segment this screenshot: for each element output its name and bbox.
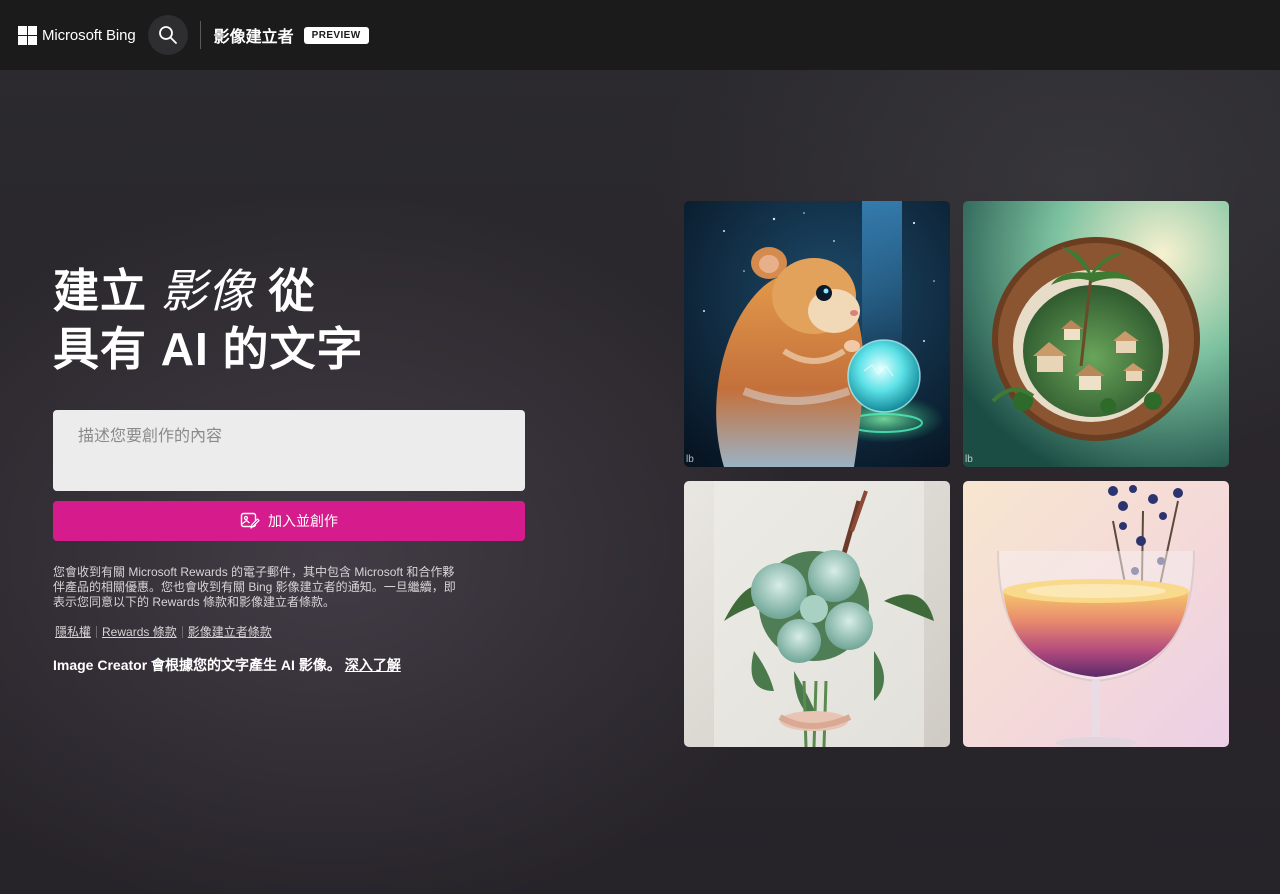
rewards-notice: 您會收到有關 Microsoft Rewards 的電子郵件，其中包含 Micr… (53, 565, 456, 609)
rewards-terms-link[interactable]: Rewards 條款 (102, 623, 177, 640)
header-divider (199, 21, 201, 49)
product-title[interactable]: 影像建立者 (214, 23, 294, 47)
title-line2: 具有 AI 的文字 (53, 323, 364, 375)
search-button[interactable] (147, 15, 188, 55)
join-button-label: 加入並創作 (268, 513, 338, 529)
example-image-succulent-bouquet[interactable] (684, 481, 950, 747)
title-line1-a: 建立 (53, 265, 161, 317)
page-title: 建立 影像 從 具有 AI 的文字 (53, 262, 533, 378)
tile-watermark: lb (965, 454, 973, 465)
brand-name: Microsoft Bing (42, 26, 136, 44)
link-separator (181, 625, 183, 638)
search-icon (158, 26, 177, 44)
info-text: Image Creator 會根據您的文字產生 AI 影像。 (53, 657, 341, 673)
example-image-coconut-village[interactable]: lb (963, 201, 1229, 467)
microsoft-bing-logo[interactable]: Microsoft Bing (18, 25, 136, 45)
privacy-link[interactable]: 隱私權 (55, 623, 91, 640)
image-edit-icon (240, 512, 260, 530)
info-line: Image Creator 會根據您的文字產生 AI 影像。 深入了解 (53, 655, 401, 675)
example-gallery: lb lb (684, 201, 1230, 747)
prompt-input[interactable] (53, 410, 525, 491)
hero-heading: 建立 影像 從 具有 AI 的文字 (53, 262, 533, 378)
example-image-hamster[interactable]: lb (684, 201, 950, 467)
windows-logo-icon (18, 25, 37, 45)
join-and-create-button[interactable]: 加入並創作 (53, 501, 525, 541)
preview-badge: PREVIEW (303, 26, 369, 44)
link-separator (96, 625, 98, 638)
title-line1-italic: 影像 (160, 265, 255, 317)
tile-watermark: lb (686, 454, 694, 465)
example-image-cocktail[interactable] (963, 481, 1229, 747)
learn-more-link[interactable]: 深入了解 (345, 657, 401, 673)
image-creator-terms-link[interactable]: 影像建立者條款 (188, 623, 272, 640)
terms-links: 隱私權 Rewards 條款 影像建立者條款 (55, 623, 272, 640)
top-header: Microsoft Bing 影像建立者 PREVIEW (0, 0, 1280, 70)
title-line1-b: 從 (254, 265, 316, 317)
